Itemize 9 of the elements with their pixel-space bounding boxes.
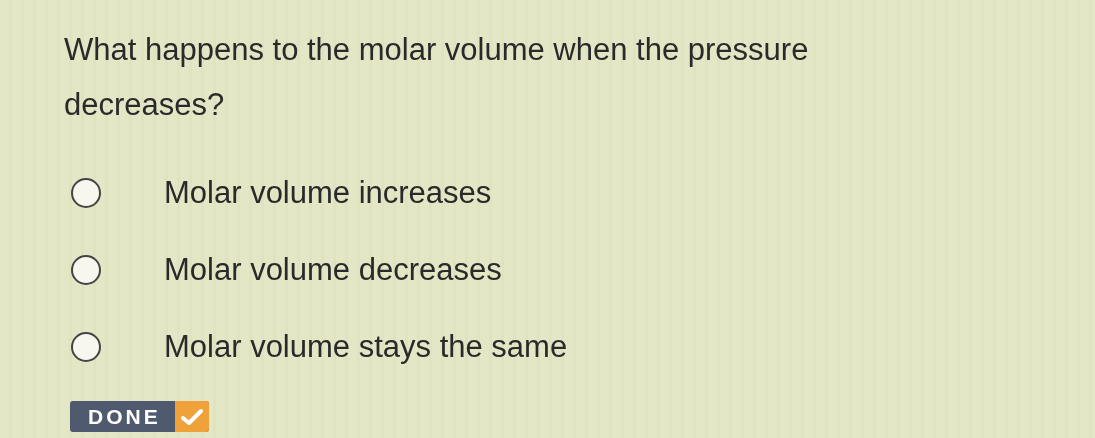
question-text: What happens to the molar volume when the pressure decreases? (64, 31, 810, 124)
radio-button[interactable] (71, 331, 101, 362)
done-button[interactable]: DONE (70, 401, 209, 432)
option-label[interactable]: Molar volume increases (164, 174, 492, 211)
radio-button[interactable] (71, 177, 101, 208)
check-icon (180, 407, 203, 426)
option-label[interactable]: Molar volume stays the same (164, 328, 568, 365)
radio-button[interactable] (71, 254, 101, 285)
option-label[interactable]: Molar volume decreases (164, 251, 502, 288)
